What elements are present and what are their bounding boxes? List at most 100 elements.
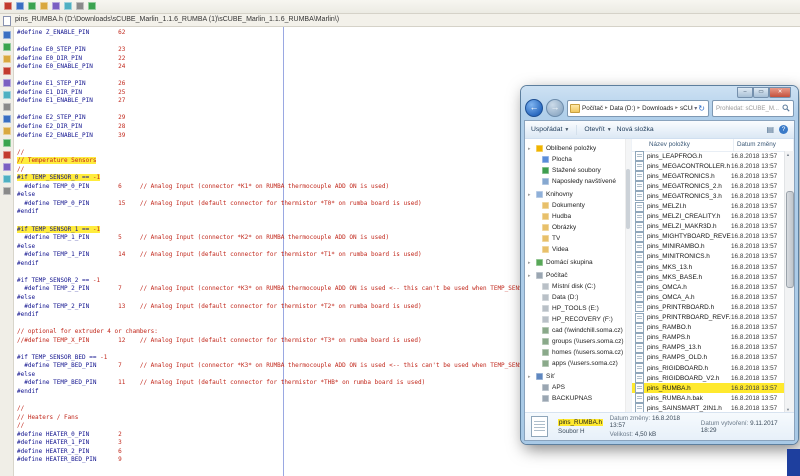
forward-button[interactable]: → bbox=[546, 99, 564, 117]
file-row[interactable]: pins_RIGIDBOARD_V2.h16.8.2018 13:57 bbox=[632, 373, 785, 383]
column-header-date[interactable]: Datum změny bbox=[734, 139, 794, 151]
side-toolbar-icon[interactable] bbox=[3, 91, 11, 99]
file-row[interactable]: pins_MEGATRONICS_2.h16.8.2018 13:57 bbox=[632, 181, 785, 191]
file-row[interactable]: pins_MEGACONTROLLER.h16.8.2018 13:57 bbox=[632, 161, 785, 171]
toolbar-icon[interactable] bbox=[76, 2, 84, 10]
sidebar-item[interactable]: cad (\\windchill.soma.cz) bbox=[525, 325, 625, 336]
sidebar-item[interactable]: BACKUPNAS bbox=[525, 393, 625, 404]
sidebar-item[interactable]: groups (\\users.soma.cz) bbox=[525, 336, 625, 347]
sidebar-scrollbar-thumb[interactable] bbox=[626, 169, 630, 229]
file-row[interactable]: pins_PRINTRBOARD.h16.8.2018 13:57 bbox=[632, 302, 785, 312]
file-row[interactable]: pins_RAMPS_OLD.h16.8.2018 13:57 bbox=[632, 353, 785, 363]
breadcrumb-item[interactable]: Data (D:) bbox=[610, 105, 636, 112]
file-list-scrollbar[interactable] bbox=[784, 151, 794, 413]
expander-icon[interactable]: ▸ bbox=[528, 146, 533, 152]
sidebar-item[interactable]: ▸Knihovny bbox=[525, 189, 625, 200]
file-row[interactable]: pins_RUMBA.h.bak16.8.2018 13:57 bbox=[632, 393, 785, 403]
sidebar-item[interactable]: Hudba bbox=[525, 211, 625, 222]
expander-icon[interactable]: ▸ bbox=[528, 374, 533, 380]
toolbar-icon[interactable] bbox=[16, 2, 24, 10]
minimize-button[interactable]: – bbox=[737, 87, 753, 98]
side-toolbar-icon[interactable] bbox=[3, 175, 11, 183]
code-line-text: #endif bbox=[17, 311, 39, 318]
sidebar-item[interactable]: APS bbox=[525, 382, 625, 393]
address-bar[interactable]: Počítač▸Data (D:)▸Downloads▸sCUBE_Marlin… bbox=[567, 100, 709, 117]
toolbar-icon[interactable] bbox=[28, 2, 36, 10]
toolbar-icon[interactable] bbox=[64, 2, 72, 10]
file-row[interactable]: pins_RAMPS_13.h16.8.2018 13:57 bbox=[632, 343, 785, 353]
address-dropdown-icon[interactable]: ▾ bbox=[694, 105, 697, 112]
file-row[interactable]: pins_RIGIDBOARD.h16.8.2018 13:57 bbox=[632, 363, 785, 373]
sidebar-item[interactable]: Data (D:) bbox=[525, 292, 625, 303]
file-row[interactable]: pins_MEGATRONICS.h16.8.2018 13:57 bbox=[632, 171, 785, 181]
expander-icon[interactable]: ▸ bbox=[528, 192, 533, 198]
side-toolbar-icon[interactable] bbox=[3, 103, 11, 111]
sidebar-item[interactable]: Videa bbox=[525, 244, 625, 255]
sidebar-item[interactable]: HP_TOOLS (E:) bbox=[525, 303, 625, 314]
open-button[interactable]: Otevřít ▼ bbox=[584, 126, 611, 133]
file-row[interactable]: pins_RAMBO.h16.8.2018 13:57 bbox=[632, 323, 785, 333]
side-toolbar-icon[interactable] bbox=[3, 67, 11, 75]
file-row[interactable]: pins_MKS_13.h16.8.2018 13:57 bbox=[632, 262, 785, 272]
breadcrumb-item[interactable]: sCUBE_Marlin_1.1.6_RUMBA (1) bbox=[680, 105, 693, 112]
file-row[interactable]: pins_MEGATRONICS_3.h16.8.2018 13:57 bbox=[632, 191, 785, 201]
toolbar-icon[interactable] bbox=[88, 2, 96, 10]
sidebar-item[interactable]: Dokumenty bbox=[525, 200, 625, 211]
toolbar-icon[interactable] bbox=[52, 2, 60, 10]
side-toolbar-icon[interactable] bbox=[3, 163, 11, 171]
file-row[interactable]: pins_MINIRAMBO.h16.8.2018 13:57 bbox=[632, 242, 785, 252]
file-row[interactable]: pins_MIGHTYBOARD_REVE.h16.8.2018 13:57 bbox=[632, 232, 785, 242]
expander-icon[interactable]: ▸ bbox=[528, 273, 533, 279]
file-row[interactable]: pins_LEAPFROG.h16.8.2018 13:57 bbox=[632, 151, 785, 161]
sidebar-item[interactable]: ▸Síť bbox=[525, 371, 625, 382]
file-row[interactable]: pins_MELZI_MAKR3D.h16.8.2018 13:57 bbox=[632, 222, 785, 232]
file-row[interactable]: pins_RAMPS.h16.8.2018 13:57 bbox=[632, 333, 785, 343]
breadcrumb-item[interactable]: Počítač bbox=[582, 105, 603, 112]
expander-icon[interactable]: ▸ bbox=[528, 260, 533, 266]
file-row[interactable]: pins_MELZI_CREALITY.h16.8.2018 13:57 bbox=[632, 212, 785, 222]
sidebar-item[interactable]: Plocha bbox=[525, 154, 625, 165]
new-folder-button[interactable]: Nová složka bbox=[617, 126, 654, 133]
library-icon bbox=[542, 224, 549, 231]
sidebar-item[interactable]: HP_RECOVERY (F:) bbox=[525, 314, 625, 325]
side-toolbar-icon[interactable] bbox=[3, 127, 11, 135]
side-toolbar-icon[interactable] bbox=[3, 151, 11, 159]
sidebar-item[interactable]: Obrázky bbox=[525, 222, 625, 233]
file-row[interactable]: pins_PRINTRBOARD_REVF.h16.8.2018 13:57 bbox=[632, 313, 785, 323]
maximize-button[interactable]: ▭ bbox=[753, 87, 769, 98]
toolbar-icon[interactable] bbox=[40, 2, 48, 10]
sidebar-item[interactable]: ▸Počítač bbox=[525, 270, 625, 281]
side-toolbar-icon[interactable] bbox=[3, 187, 11, 195]
file-row[interactable]: pins_RUMBA.h16.8.2018 13:57 bbox=[632, 383, 785, 393]
scrollbar-thumb[interactable] bbox=[786, 191, 794, 288]
sidebar-item[interactable]: Naposledy navštívené bbox=[525, 176, 625, 187]
file-row[interactable]: pins_OMCA.h16.8.2018 13:57 bbox=[632, 282, 785, 292]
sidebar-item[interactable]: TV bbox=[525, 233, 625, 244]
side-toolbar-icon[interactable] bbox=[3, 115, 11, 123]
sidebar-item[interactable]: apps (\\users.soma.cz) bbox=[525, 358, 625, 369]
side-toolbar-icon[interactable] bbox=[3, 43, 11, 51]
file-row[interactable]: pins_MKS_BASE.h16.8.2018 13:57 bbox=[632, 272, 785, 282]
file-row[interactable]: pins_MELZI.h16.8.2018 13:57 bbox=[632, 201, 785, 211]
side-toolbar-icon[interactable] bbox=[3, 79, 11, 87]
views-icon[interactable]: ▤ bbox=[766, 125, 774, 134]
sidebar-item[interactable]: homes (\\users.soma.cz) bbox=[525, 347, 625, 358]
breadcrumb-item[interactable]: Downloads bbox=[642, 105, 673, 112]
back-button[interactable]: ← bbox=[525, 99, 543, 117]
file-row[interactable]: pins_MINITRONICS.h16.8.2018 13:57 bbox=[632, 252, 785, 262]
organize-button[interactable]: Uspořádat ▼ bbox=[531, 126, 569, 133]
sidebar-item[interactable]: ▸Oblíbené položky bbox=[525, 143, 625, 154]
side-toolbar-icon[interactable] bbox=[3, 55, 11, 63]
toolbar-icon[interactable] bbox=[4, 2, 12, 10]
column-header-name[interactable]: Název položky bbox=[632, 139, 734, 151]
side-toolbar-icon[interactable] bbox=[3, 139, 11, 147]
close-button[interactable]: ✕ bbox=[769, 87, 791, 98]
side-toolbar-icon[interactable] bbox=[3, 31, 11, 39]
sidebar-item[interactable]: ▸Domácí skupina bbox=[525, 257, 625, 268]
sidebar-item[interactable]: Stažené soubory bbox=[525, 165, 625, 176]
file-row[interactable]: pins_OMCA_A.h16.8.2018 13:57 bbox=[632, 292, 785, 302]
search-box[interactable]: Prohledat: sCUBE_M... bbox=[712, 100, 794, 117]
refresh-icon[interactable]: ↻ bbox=[698, 104, 705, 113]
help-icon[interactable]: ? bbox=[779, 125, 788, 134]
sidebar-item[interactable]: Místní disk (C:) bbox=[525, 281, 625, 292]
